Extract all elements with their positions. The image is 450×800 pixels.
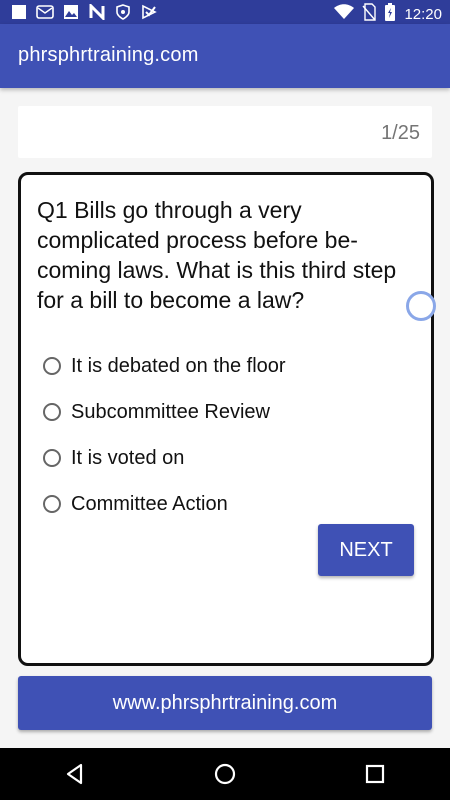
- progress-card: 1/25: [18, 106, 432, 158]
- answer-option-label: It is voted on: [71, 446, 185, 469]
- question-text: Q1 Bills go through a very complicated p…: [37, 197, 397, 313]
- answer-option[interactable]: Subcommittee Review: [43, 389, 286, 435]
- notification-white-square-icon: [10, 3, 28, 21]
- n-app-icon: [88, 3, 106, 21]
- radio-button[interactable]: [43, 449, 61, 467]
- radio-button[interactable]: [43, 403, 61, 421]
- question-card: Q1 Bills go through a very complicated p…: [18, 172, 434, 666]
- website-button-label: www.phrsphrtraining.com: [112, 691, 338, 714]
- answer-options: It is debated on the floor Subcommittee …: [43, 343, 286, 527]
- floating-bubble-icon[interactable]: [406, 291, 436, 321]
- wifi-icon: [334, 4, 355, 24]
- radio-button[interactable]: [43, 357, 61, 375]
- answer-option[interactable]: It is debated on the floor: [43, 343, 286, 389]
- answer-option[interactable]: It is voted on: [43, 435, 286, 481]
- mail-app-icon: [36, 3, 54, 21]
- battery-charging-icon: [384, 2, 396, 26]
- status-bar: 12:20: [0, 0, 450, 24]
- system-icons: 12:20: [334, 2, 442, 26]
- next-button[interactable]: NEXT: [318, 524, 414, 576]
- no-sim-icon: [362, 3, 377, 25]
- back-icon[interactable]: [55, 754, 95, 794]
- app-title: phrsphrtraining.com: [18, 44, 199, 66]
- answer-option-label: Subcommittee Review: [71, 400, 270, 423]
- navigation-bar: [0, 748, 450, 800]
- check-app-icon: [140, 3, 158, 21]
- radio-button[interactable]: [43, 495, 61, 513]
- app-bar: phrsphrtraining.com: [0, 24, 450, 88]
- question-counter: 1/25: [381, 122, 420, 144]
- notification-icons: [10, 3, 158, 21]
- answer-option-label: Committee Action: [71, 492, 228, 515]
- recents-icon[interactable]: [355, 754, 395, 794]
- website-button[interactable]: www.phrsphrtraining.com: [18, 676, 432, 730]
- image-icon: [62, 3, 80, 21]
- answer-option-label: It is debated on the floor: [71, 354, 286, 377]
- clock: 12:20: [404, 5, 442, 23]
- home-icon[interactable]: [205, 754, 245, 794]
- shield-icon: [114, 3, 132, 21]
- answer-option[interactable]: Committee Action: [43, 481, 286, 527]
